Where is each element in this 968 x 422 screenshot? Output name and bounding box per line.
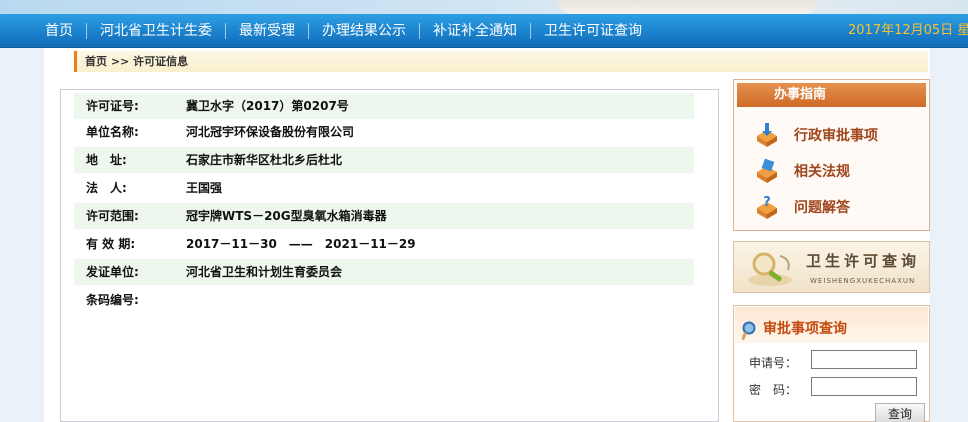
info-row-legal-person: 法 人: 王国强 (74, 175, 694, 201)
nav-supplement-notice[interactable]: 补证补全通知 (420, 14, 530, 48)
apply-no-label: 申请号： (749, 356, 798, 370)
search-button[interactable]: 查询 (875, 403, 925, 422)
guide-link-approval[interactable]: 行政审批事项 (754, 120, 878, 150)
field-label: 单位名称: (86, 125, 139, 139)
field-label: 许可范围: (86, 209, 139, 223)
field-value: 河北省卫生和计划生育委员会 (186, 265, 343, 279)
magnifier-disc-icon (748, 252, 792, 286)
regulation-icon (754, 158, 780, 184)
nav-license-query[interactable]: 卫生许可证查询 (531, 14, 655, 48)
info-row-license-no: 许可证号: 冀卫水字（2017）第0207号 (74, 93, 694, 119)
field-label: 法 人: (86, 181, 127, 195)
field-label: 条码编号: (86, 293, 139, 307)
field-label: 有 效 期: (86, 237, 136, 251)
info-row-company: 单位名称: 河北冠宇环保设备股份有限公司 (74, 119, 694, 145)
breadcrumb: 首页 >> 许可证信息 (74, 51, 928, 72)
info-row-barcode: 条码编号: (74, 287, 694, 313)
field-label: 许可证号: (86, 99, 139, 113)
apply-no-input[interactable] (811, 350, 917, 369)
password-input[interactable] (811, 377, 917, 396)
info-row-issuer: 发证单位: 河北省卫生和计划生育委员会 (74, 259, 694, 285)
guide-header: 办事指南 (737, 83, 926, 107)
license-query-banner[interactable]: 卫生许可查询 WEISHENGXUKECHAXUN (733, 241, 930, 293)
query-banner-title: 卫生许可查询 (806, 252, 921, 270)
nav-commission[interactable]: 河北省卫生计生委 (87, 14, 225, 48)
search-icon (741, 321, 756, 340)
info-row-address: 地 址: 石家庄市新华区杜北乡后杜北 (74, 147, 694, 173)
guide-link-label: 问题解答 (794, 200, 850, 216)
banner-graphic (558, 0, 818, 14)
guide-title: 办事指南 (774, 87, 827, 102)
breadcrumb-text: 首页 >> 许可证信息 (85, 55, 189, 68)
faq-icon: ? (754, 194, 780, 220)
guide-link-label: 行政审批事项 (794, 128, 878, 144)
field-value: 石家庄市新华区杜北乡后杜北 (186, 153, 343, 167)
guide-link-label: 相关法规 (794, 164, 850, 180)
svg-text:?: ? (763, 195, 771, 210)
search-title: 审批事项查询 (763, 321, 847, 337)
field-value: 王国强 (186, 181, 223, 195)
password-label: 密 码： (749, 383, 798, 397)
nav-latest-accepted[interactable]: 最新受理 (226, 14, 308, 48)
current-date: 2017年12月05日 星期 (848, 23, 968, 38)
field-label: 发证单位: (86, 265, 139, 279)
guide-panel: 办事指南 行政审批事项 相关法规 ? 问题解答 (733, 79, 930, 231)
guide-link-regulations[interactable]: 相关法规 (754, 156, 850, 186)
info-row-scope: 许可范围: 冠宇牌WTS－20G型臭氧水箱消毒器 (74, 203, 694, 229)
field-value: 冠宇牌WTS－20G型臭氧水箱消毒器 (186, 209, 387, 223)
field-value: 河北冠宇环保设备股份有限公司 (186, 125, 355, 139)
field-value: 2017－11－30 —— 2021－11－29 (186, 237, 416, 251)
nav-home[interactable]: 首页 (32, 14, 86, 48)
guide-link-faq[interactable]: ? 问题解答 (754, 192, 850, 222)
top-banner (0, 0, 968, 14)
field-value: 冀卫水字（2017）第0207号 (186, 99, 349, 113)
license-info-panel: 许可证号: 冀卫水字（2017）第0207号 单位名称: 河北冠宇环保设备股份有… (60, 89, 719, 422)
approval-search-panel: 审批事项查询 申请号： 密 码： 查询 (733, 305, 930, 422)
main-nav: 首页 河北省卫生计生委 最新受理 办理结果公示 补证补全通知 卫生许可证查询 2… (0, 14, 968, 48)
query-banner-subtitle: WEISHENGXUKECHAXUN (810, 277, 916, 285)
approval-icon (754, 122, 780, 148)
field-label: 地 址: (86, 153, 127, 167)
search-header: 审批事项查询 (735, 307, 928, 343)
nav-results[interactable]: 办理结果公示 (309, 14, 419, 48)
info-row-validity: 有 效 期: 2017－11－30 —— 2021－11－29 (74, 231, 694, 257)
